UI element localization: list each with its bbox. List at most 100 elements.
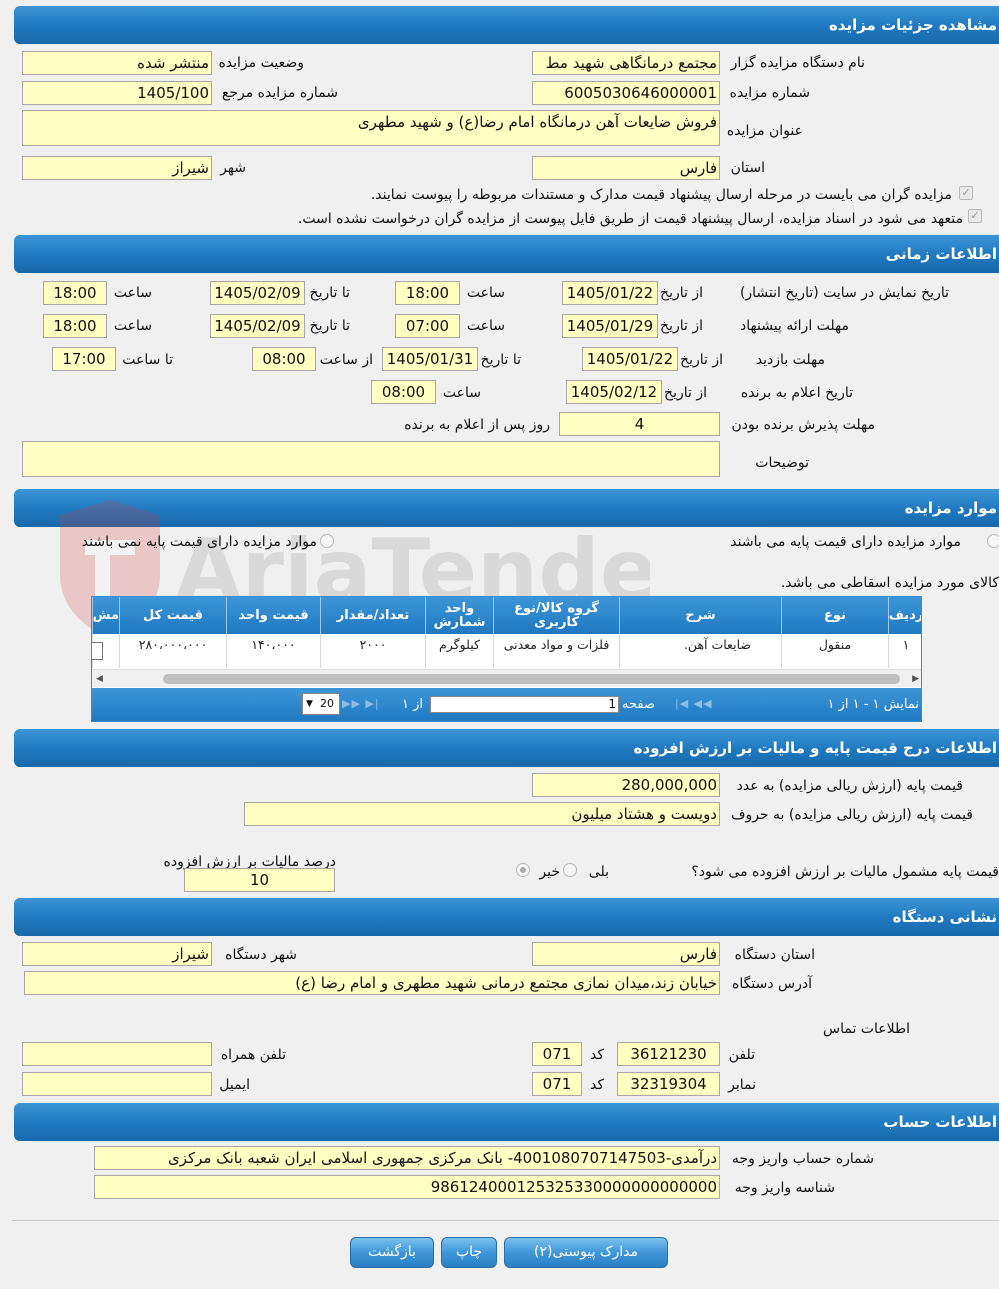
offer-from-date-field[interactable]: 1405/01/29 [562, 314, 658, 338]
publish-to-time-field[interactable]: 18:00 [43, 281, 107, 305]
winner-acceptance-suffix: روز پس از اعلام به برنده [404, 417, 550, 433]
winner-from-date-field[interactable]: 1405/02/12 [566, 380, 662, 404]
status-field[interactable]: منتشر شده [22, 51, 212, 75]
scrap-note: کالای مورد مزایده اسقاطی می باشد. [780, 575, 999, 591]
offer-from-time-field[interactable]: 07:00 [395, 314, 460, 338]
visit-to-time-field[interactable]: 17:00 [52, 347, 116, 371]
cell-unit-price: ۱۴۰،۰۰۰ [226, 634, 320, 668]
province-field[interactable]: فارس [532, 156, 720, 180]
base-price-number-field[interactable]: 280,000,000 [532, 773, 720, 797]
no-base-price-radio[interactable] [320, 534, 334, 548]
org-address-field[interactable]: خیابان زند،میدان نمازی مجتمع درمانی شهید… [24, 971, 720, 995]
title-label: عنوان مزایده [726, 123, 803, 139]
col-type: نوع [781, 597, 888, 634]
winner-time-field[interactable]: 08:00 [371, 380, 436, 404]
pager-next-last-icons[interactable]: ▶▶ ▶| [342, 697, 380, 710]
vat-no-label: خیر [539, 864, 560, 880]
base-price-words-label: قیمت پایه (ارزش ریالی مزایده) به حروف [730, 807, 973, 823]
offer-from-time-label: ساعت [466, 318, 505, 334]
contact-info-label: اطلاعات تماس [823, 1021, 910, 1037]
visit-deadline-label: مهلت بازدید [755, 352, 825, 368]
visit-from-time-label: از ساعت [319, 352, 373, 368]
publish-to-date-field[interactable]: 1405/02/09 [210, 281, 305, 305]
fax-field[interactable]: 32319304 [617, 1072, 720, 1096]
fax-code-field[interactable]: 071 [532, 1072, 582, 1096]
offer-from-date-label: از تاریخ [660, 318, 703, 334]
number-label: شماره مزایده [729, 85, 810, 101]
mobile-label: تلفن همراه [220, 1047, 286, 1063]
ref-number-field[interactable]: 1405/100 [22, 81, 212, 105]
page-number-input[interactable]: 1 [430, 696, 619, 713]
winner-time-label: ساعت [442, 385, 481, 401]
scroll-right-icon[interactable]: ▶ [912, 674, 919, 684]
publish-from-date-field[interactable]: 1405/01/22 [562, 281, 658, 305]
offer-to-time-field[interactable]: 18:00 [43, 314, 107, 338]
divider [12, 1220, 999, 1221]
publish-to-date-label: تا تاریخ [309, 285, 350, 301]
vat-percent-field[interactable]: 10 [184, 868, 335, 892]
scrollbar-thumb[interactable] [163, 674, 900, 684]
title-field[interactable]: فروش ضایعات آهن درمانگاه امام رضا(ع) و ش… [22, 110, 720, 146]
org-city-field[interactable]: شیراز [22, 942, 212, 966]
fax-label: نمابر [728, 1077, 756, 1093]
cell-total-price: ۲۸۰،۰۰۰،۰۰۰ [119, 634, 226, 668]
city-field[interactable]: شیراز [22, 156, 212, 180]
table-pager: نمایش ۱ - ۱ از ۱ |◀ ◀◀ صفحه 1 از ۱ ▶▶ ▶|… [92, 688, 921, 721]
cell-qty: ۲۰۰۰ [320, 634, 425, 668]
winner-acceptance-label: مهلت پذیرش برنده بودن [731, 417, 876, 433]
org-province-field[interactable]: فارس [532, 942, 720, 966]
visit-to-time-label: تا ساعت [122, 352, 173, 368]
payment-id-label: شناسه واریز وجه [734, 1180, 835, 1196]
phone-field[interactable]: 36121230 [617, 1042, 720, 1066]
offer-to-date-field[interactable]: 1405/02/09 [210, 314, 305, 338]
has-base-price-radio[interactable] [987, 534, 999, 548]
offer-to-date-label: تا تاریخ [309, 318, 350, 334]
print-button[interactable]: چاپ [441, 1237, 497, 1268]
items-table-header: ردیف نوع شرح گروه کالا/نوع کاربری واحد ش… [92, 597, 921, 634]
no-attachment-checkbox[interactable]: ✓ [968, 209, 982, 223]
email-field[interactable] [22, 1072, 212, 1096]
payment-id-field[interactable]: 986124000125325330000000000000 [94, 1175, 720, 1199]
back-button[interactable]: بازگشت [350, 1237, 434, 1268]
page-size-select[interactable]: ▼ 20 [302, 693, 340, 715]
account-number-field[interactable]: درآمدی-4001080707147503- بانک مرکزی جمهو… [94, 1146, 720, 1170]
section-header-base-price: اطلاعات درج قیمت پایه و مالیات بر ارزش ا… [14, 729, 999, 767]
vat-yes-radio[interactable] [563, 863, 577, 877]
winner-acceptance-field[interactable]: 4 [559, 412, 720, 436]
pager-first-prev-icons[interactable]: |◀ ◀◀ [675, 697, 713, 710]
vat-no-radio[interactable] [516, 863, 530, 877]
cell-extra [92, 634, 119, 668]
table-hscrollbar[interactable]: ◀ ▶ [92, 669, 921, 687]
status-label: وضعیت مزایده [218, 55, 304, 71]
number-field[interactable]: 6005030646000001 [532, 81, 720, 105]
col-desc: شرح [619, 597, 781, 634]
org-address-label: آدرس دستگاه [732, 976, 812, 992]
cell-unit: کیلوگرم [425, 634, 493, 668]
visit-from-date-field[interactable]: 1405/01/22 [582, 347, 678, 371]
publish-from-time-field[interactable]: 18:00 [395, 281, 460, 305]
visit-from-time-field[interactable]: 08:00 [252, 347, 316, 371]
fax-code-label: کد [589, 1077, 604, 1093]
col-qty: تعداد/مقدار [320, 597, 425, 634]
phone-code-field[interactable]: 071 [532, 1042, 582, 1066]
email-label: ایمیل [219, 1077, 250, 1093]
org-label: نام دستگاه مزایده گزار [730, 55, 865, 71]
items-table: ردیف نوع شرح گروه کالا/نوع کاربری واحد ش… [91, 596, 922, 722]
scroll-left-icon[interactable]: ◀ [96, 674, 103, 684]
notes-field[interactable] [22, 441, 720, 477]
cell-row: ۱ [888, 634, 921, 668]
visit-to-date-field[interactable]: 1405/01/31 [382, 347, 478, 371]
row-action-button[interactable] [92, 642, 103, 660]
org-field[interactable]: مجتمع درمانگاهی شهید مط [532, 51, 720, 75]
col-total-price: قیمت کل [119, 597, 226, 634]
winner-from-date-label: از تاریخ [664, 385, 707, 401]
has-base-price-label: موارد مزایده دارای قیمت پایه می باشند [730, 534, 961, 550]
cell-desc: ضایعات آهن. [619, 634, 781, 668]
col-row: ردیف [888, 597, 921, 634]
documents-required-checkbox[interactable]: ✓ [959, 186, 973, 200]
col-extra: مش [92, 597, 119, 634]
base-price-words-field[interactable]: دویست و هشتاد میلیون [244, 802, 720, 826]
mobile-field[interactable] [22, 1042, 212, 1066]
attachments-button[interactable]: مدارک پیوستی(۲) [504, 1237, 668, 1268]
city-label: شهر [220, 160, 246, 176]
